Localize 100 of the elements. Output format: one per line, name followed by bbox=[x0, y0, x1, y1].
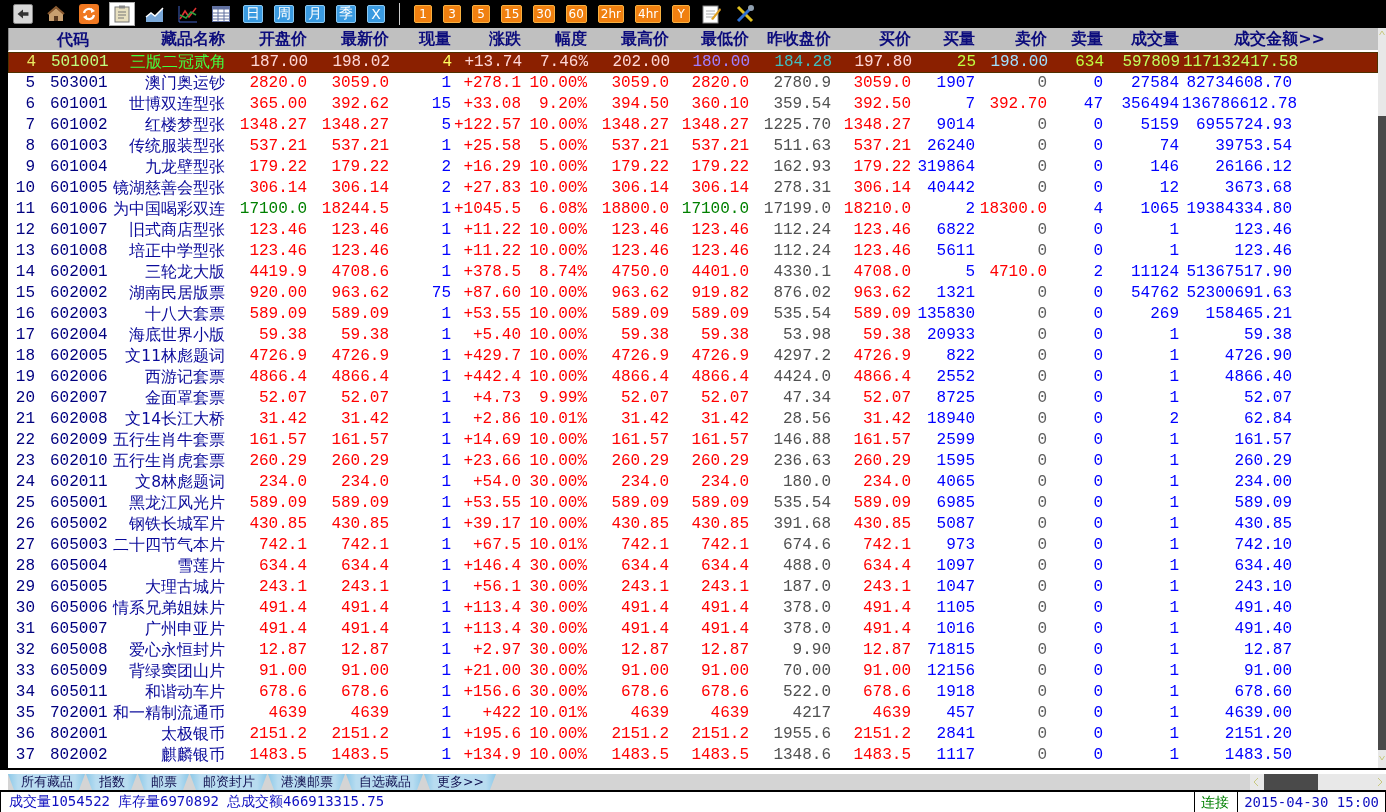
table-cell-text: 146 bbox=[1149, 158, 1180, 177]
table-row[interactable]: 35 702001 和一精制流通币 4639 4639 1 +422 10.01% 4639 4639 4217 4639 457 0 0 1 4639.00 bbox=[8, 703, 1378, 724]
table-cell-text: 180.0 bbox=[782, 473, 832, 492]
table-cell-text: 7.46% bbox=[539, 53, 589, 72]
scrollbar-drawing[interactable] bbox=[1378, 28, 1386, 768]
table-row[interactable]: 31 605007 广州申亚片 491.4 491.4 1 +113.4 30.00% 491.4 491.4 378.0 491.4 1016 0 0 1 491.40 bbox=[8, 619, 1378, 640]
table-row[interactable]: 36 802001 太极银币 2151.2 2151.2 1 +195.6 10.00% 2151.2 2151.2 1955.6 2151.2 2841 0 0 1 2151.20 bbox=[8, 724, 1378, 745]
table-row[interactable]: 9 601004 九龙壁型张 179.22 179.22 2 +16.29 10.00% 179.22 179.22 162.93 179.22 319864 0 0 146 26166.12 bbox=[8, 157, 1378, 178]
column-header[interactable]: 成交量 bbox=[1107, 28, 1183, 50]
table-row[interactable]: 10 601005 镜湖慈善会型张 306.14 306.14 2 +27.83 10.00% 306.14 306.14 278.31 306.14 40442 0 0 12 3673.68 bbox=[8, 178, 1378, 199]
table-row[interactable]: 28 605004 雪莲片 634.4 634.4 1 +146.4 30.00% 634.4 634.4 488.0 634.4 1097 0 0 1 634.40 bbox=[8, 556, 1378, 577]
table-cell-text: +13.74 bbox=[463, 53, 523, 72]
table-row[interactable]: 16 602003 十八大套票 589.09 589.09 1 +53.55 10.00% 589.09 589.09 535.54 589.09 135830 0 0 269 158465.21 bbox=[8, 304, 1378, 325]
column-header[interactable]: 卖价 bbox=[979, 28, 1051, 50]
table-cell-text: 大理古城片 bbox=[144, 578, 226, 597]
table-row[interactable]: 12 601007 旧式商店型张 123.46 123.46 1 +11.22 10.00% 123.46 123.46 112.24 123.46 6822 0 0 1 123.46 bbox=[8, 220, 1378, 241]
table-row[interactable]: 19 602006 西游记套票 4866.4 4866.4 1 +442.4 10.00% 4866.4 4866.4 4424.0 4866.4 2552 0 0 1 4866.40 bbox=[8, 367, 1378, 388]
table-cell-text: 605003 bbox=[49, 536, 108, 555]
table-cell-text: 161.57 bbox=[690, 431, 750, 450]
back-arrow-button[interactable] bbox=[10, 2, 36, 26]
table-cell-text: 91.00 bbox=[862, 662, 912, 681]
table-row[interactable]: 4 501001 三版二冠贰角 187.00 198.02 4 +13.74 7.46% 202.00 180.00 184.28 197.80 25 198.00 634 597809 117132417.58 bbox=[8, 52, 1378, 73]
table-row[interactable]: 34 605011 和谐动车片 678.6 678.6 1 +156.6 30.00% 678.6 678.6 522.0 678.6 1918 0 0 1 678.60 bbox=[8, 682, 1378, 703]
table-cell-text: 306.14 bbox=[852, 179, 912, 198]
table-cell-text: 537.21 bbox=[852, 137, 912, 156]
table-row[interactable]: 27 605003 二十四节气本片 742.1 742.1 1 +67.5 10.01% 742.1 742.1 674.6 742.1 973 0 0 1 742.10 bbox=[8, 535, 1378, 556]
table-cell-text: 59.38 bbox=[258, 326, 308, 345]
table-row[interactable]: 18 602005 文11林彪题词 4726.9 4726.9 1 +429.7 10.00% 4726.9 4726.9 4297.2 4726.9 822 0 0 1 4726.90 bbox=[8, 346, 1378, 367]
table-cell-text: +39.17 bbox=[462, 515, 522, 534]
table-cell-text: +16.29 bbox=[462, 158, 522, 177]
table-row[interactable]: 25 605001 黑龙江风光片 589.09 589.09 1 +53.55 10.00% 589.09 589.09 535.54 589.09 6985 0 0 1 589.09 bbox=[8, 493, 1378, 514]
category-tab[interactable]: 更多>> bbox=[424, 774, 496, 790]
table-cell-text: 602010 bbox=[49, 452, 108, 471]
table-cell-text: 1 bbox=[440, 704, 452, 723]
column-header[interactable]: 最新价 bbox=[311, 28, 393, 50]
table-cell-text: 0 bbox=[1036, 683, 1048, 702]
column-header[interactable]: 昨收盘价 bbox=[753, 28, 835, 50]
table-row[interactable]: 6 601001 世博双连型张 365.00 392.62 15 +33.08 9.20% 394.50 360.10 359.54 392.50 7 392.70 47 356494 136786612.78 bbox=[8, 94, 1378, 115]
table-cell-text: 491.4 bbox=[258, 599, 308, 618]
table-cell-text: 12.87 bbox=[258, 641, 308, 660]
table-row[interactable]: 23 602010 五行生肖虎套票 260.29 260.29 1 +23.66 10.00% 260.29 260.29 236.63 260.29 1595 0 0 1 260.29 bbox=[8, 451, 1378, 472]
table-cell-text: 702001 bbox=[49, 704, 108, 723]
table-row[interactable]: 33 605009 背绿窦团山片 91.00 91.00 1 +21.00 30.00% 91.00 91.00 70.00 91.00 12156 0 0 1 91.00 bbox=[8, 661, 1378, 682]
table-row[interactable]: 13 601008 培正中学型张 123.46 123.46 1 +11.22 10.00% 123.46 123.46 112.24 123.46 5611 0 0 1 123.46 bbox=[8, 241, 1378, 262]
category-tab[interactable]: 港澳邮票 bbox=[268, 774, 345, 790]
table-cell-text: 392.62 bbox=[330, 95, 390, 114]
column-header[interactable]: 卖量 bbox=[1051, 28, 1107, 50]
column-header[interactable]: 最高价 bbox=[591, 28, 673, 50]
table-cell-text: +146.4 bbox=[462, 557, 522, 576]
category-tab[interactable]: 指数 bbox=[86, 774, 137, 790]
column-header[interactable]: 藏品名称 bbox=[109, 28, 229, 50]
table-row[interactable]: 32 605008 爱心永恒封片 12.87 12.87 1 +2.97 30.00% 12.87 12.87 9.90 12.87 71815 0 0 1 12.87 bbox=[8, 640, 1378, 661]
table-row[interactable]: 37 802002 麒麟银币 1483.5 1483.5 1 +134.9 10.00% 1483.5 1483.5 1348.6 1483.5 1117 0 0 1 1483.50 bbox=[8, 745, 1378, 766]
table-row[interactable]: 20 602007 金面罩套票 52.07 52.07 1 +4.73 9.99% 52.07 52.07 47.34 52.07 8725 0 0 1 52.07 bbox=[8, 388, 1378, 409]
clipboard-button[interactable] bbox=[109, 2, 135, 26]
column-header[interactable]: 买价 bbox=[835, 28, 915, 50]
table-cell-text: 3059.0 bbox=[610, 74, 670, 93]
table-cell-text: 1117 bbox=[935, 746, 976, 765]
table-row[interactable]: 14 602001 三轮龙大版 4419.9 4708.6 1 +378.5 8.74% 4750.0 4401.0 4330.1 4708.0 5 4710.0 2 11124 51367517.90 bbox=[8, 262, 1378, 283]
table-cell-text: 59.38 bbox=[862, 326, 912, 345]
table-cell-text: 634.4 bbox=[258, 557, 308, 576]
column-header[interactable]: 涨跌 bbox=[455, 28, 525, 50]
table-cell-text: 602009 bbox=[49, 431, 108, 450]
table-cell-text: 356494 bbox=[1120, 95, 1180, 114]
category-tab[interactable]: 所有藏品 bbox=[8, 774, 85, 790]
column-header[interactable]: 成交金额>> bbox=[1183, 28, 1329, 50]
table-row[interactable]: 11 601006 为中国喝彩双连 17100.0 18244.5 1 +1045.5 6.08% 18800.0 17100.0 17199.0 18210.0 2 18300.0 4 1065 19384334.80 bbox=[8, 199, 1378, 220]
table-cell-text: +442.4 bbox=[462, 368, 522, 387]
column-header[interactable]: 现量 bbox=[393, 28, 455, 50]
table-row[interactable]: 29 605005 大理古城片 243.1 243.1 1 +56.1 30.00% 243.1 243.1 187.0 243.1 1047 0 0 1 243.10 bbox=[8, 577, 1378, 598]
table-row[interactable]: 8 601003 传统服装型张 537.21 537.21 1 +25.58 5.00% 537.21 537.21 511.63 537.21 26240 0 0 74 39753.54 bbox=[8, 136, 1378, 157]
table-row[interactable]: 7 601002 红楼梦型张 1348.27 1348.27 5 +122.57 10.00% 1348.27 1348.27 1225.70 1348.27 9014 0 0 5159 6955724.93 bbox=[8, 115, 1378, 136]
category-tab[interactable]: 自选藏品 bbox=[346, 774, 423, 790]
table-row[interactable]: 15 602002 湖南民居版票 920.00 963.62 75 +87.60 10.00% 963.62 919.82 876.02 963.62 1321 0 0 54762 52300691.63 bbox=[8, 283, 1378, 304]
table-cell-text: 123.46 bbox=[248, 242, 308, 261]
column-header[interactable]: 最低价 bbox=[673, 28, 753, 50]
category-tab[interactable]: 邮票 bbox=[138, 774, 189, 790]
table-cell-text: 10.01% bbox=[528, 410, 588, 429]
table-cell-text: 28 bbox=[14, 557, 36, 576]
column-header[interactable]: 代码 bbox=[39, 29, 109, 49]
refresh-button[interactable] bbox=[76, 2, 102, 26]
table-cell-text: +11.22 bbox=[462, 242, 522, 261]
table-row[interactable]: 17 602004 海底世界小版 59.38 59.38 1 +5.40 10.00% 59.38 59.38 53.98 59.38 20933 0 0 1 59.38 bbox=[8, 325, 1378, 346]
table-row[interactable]: 21 602008 文14长江大桥 31.42 31.42 1 +2.86 10.01% 31.42 31.42 28.56 31.42 18940 0 0 2 62.84 bbox=[8, 409, 1378, 430]
table-cell-text: 491.4 bbox=[700, 599, 750, 618]
table-cell-text: 52.07 bbox=[862, 389, 912, 408]
category-tab[interactable]: 邮资封片 bbox=[190, 774, 267, 790]
table-cell-text: 2 bbox=[440, 179, 452, 198]
table-row[interactable]: 24 602011 文8林彪题词 234.0 234.0 1 +54.0 30.00% 234.0 234.0 180.0 234.0 4065 0 0 1 234.00 bbox=[8, 472, 1378, 493]
column-header[interactable]: 开盘价 bbox=[229, 28, 311, 50]
table-cell-text: 4726.9 bbox=[852, 347, 912, 366]
table-cell-text: 0 bbox=[1036, 326, 1048, 345]
table-row[interactable]: 30 605006 情系兄弟姐妹片 491.4 491.4 1 +113.4 30.00% 491.4 491.4 378.0 491.4 1105 0 0 1 491.40 bbox=[8, 598, 1378, 619]
table-row[interactable]: 22 602009 五行生肖牛套票 161.57 161.57 1 +14.69 10.00% 161.57 161.57 146.88 161.57 2599 0 0 1 161.57 bbox=[8, 430, 1378, 451]
table-cell-text: 1 bbox=[440, 683, 452, 702]
table-row[interactable]: 26 605002 钢铁长城军片 430.85 430.85 1 +39.17 10.00% 430.85 430.85 391.68 430.85 5087 0 0 1 430.85 bbox=[8, 514, 1378, 535]
scrollbar-drawing[interactable] bbox=[1250, 774, 1386, 790]
column-header[interactable]: 幅度 bbox=[525, 28, 591, 50]
column-header[interactable]: 买量 bbox=[915, 28, 979, 50]
table-row[interactable]: 5 503001 澳门奥运钞 2820.0 3059.0 1 +278.1 10.00% 3059.0 2820.0 2780.9 3059.0 1907 0 0 27584 82734608.70 bbox=[8, 73, 1378, 94]
